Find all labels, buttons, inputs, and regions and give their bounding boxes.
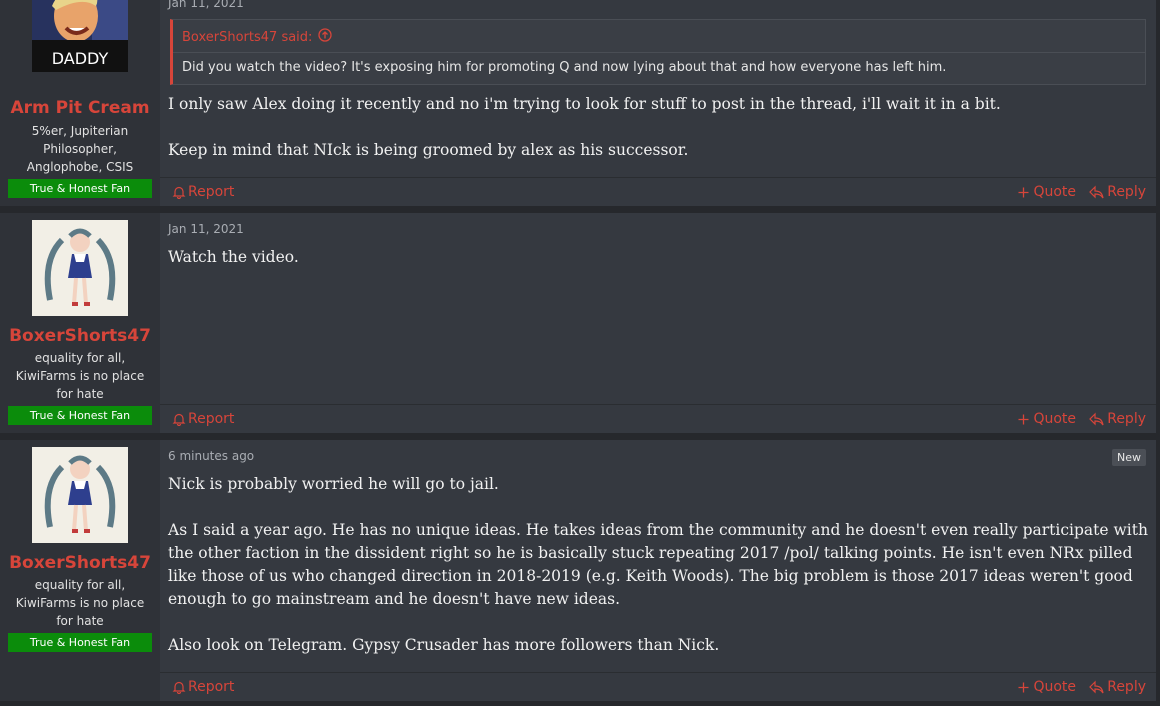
post-paragraph: As I said a year ago. He has no unique i… xyxy=(168,521,1148,608)
user-sidebar: DADDY Arm Pit Cream 5%er, Jupiterian Phi… xyxy=(0,0,160,206)
post: BoxerShorts47 equality for all, KiwiFarm… xyxy=(0,213,1156,433)
post: BoxerShorts47 equality for all, KiwiFarm… xyxy=(0,440,1156,701)
reply-label: Reply xyxy=(1107,411,1146,427)
user-title-line: Philosopher, xyxy=(43,142,117,156)
post-actions: Report Quote Reply xyxy=(160,404,1156,433)
report-label: Report xyxy=(188,679,235,695)
reply-icon xyxy=(1089,680,1104,694)
reply-label: Reply xyxy=(1107,184,1146,200)
user-banner: True & Honest Fan xyxy=(8,406,152,425)
arrow-up-circle-icon[interactable] xyxy=(318,28,333,46)
report-button[interactable]: Report xyxy=(172,184,234,200)
user-title-line: KiwiFarms is no place xyxy=(15,596,145,610)
post-content: Jan 11, 2021 Watch the video. Report Quo… xyxy=(160,213,1156,433)
quote-block: BoxerShorts47 said: Did you watch the vi… xyxy=(170,19,1146,85)
plus-icon xyxy=(1018,682,1029,693)
quote-text: Did you watch the video? It's exposing h… xyxy=(182,60,947,75)
post-date[interactable]: Jan 11, 2021 xyxy=(168,0,244,10)
reply-icon xyxy=(1089,412,1104,426)
post-body: I only saw Alex doing it recently and no… xyxy=(168,93,1148,162)
reply-button[interactable]: Reply xyxy=(1089,411,1146,427)
reply-button[interactable]: Reply xyxy=(1089,184,1146,200)
bell-icon xyxy=(172,412,186,426)
user-title-line: KiwiFarms is no place xyxy=(15,369,145,383)
avatar[interactable] xyxy=(32,447,128,543)
user-banner: True & Honest Fan xyxy=(8,633,152,652)
avatar-caption: DADDY xyxy=(52,49,109,68)
quote-label: Quote xyxy=(1033,184,1076,200)
bell-icon xyxy=(172,185,186,199)
post-paragraph: Also look on Telegram. Gypsy Crusader ha… xyxy=(168,636,720,654)
user-sidebar: BoxerShorts47 equality for all, KiwiFarm… xyxy=(0,440,160,701)
user-title: 5%er, Jupiterian Philosopher, Anglophobe… xyxy=(4,122,156,176)
username[interactable]: Arm Pit Cream xyxy=(0,98,160,118)
quote-button[interactable]: Quote xyxy=(1018,679,1076,695)
user-title-line: for hate xyxy=(56,614,104,628)
post-content: Jan 11, 2021 BoxerShorts47 said: Did you… xyxy=(160,0,1156,206)
plus-icon xyxy=(1018,187,1029,198)
bell-icon xyxy=(172,680,186,694)
user-title-line: for hate xyxy=(56,387,104,401)
quote-button[interactable]: Quote xyxy=(1018,184,1076,200)
quote-attribution[interactable]: BoxerShorts47 said: xyxy=(182,28,333,46)
reply-icon xyxy=(1089,185,1104,199)
report-label: Report xyxy=(188,411,235,427)
report-button[interactable]: Report xyxy=(172,679,234,695)
report-button[interactable]: Report xyxy=(172,411,234,427)
post-date[interactable]: Jan 11, 2021 xyxy=(168,222,244,236)
report-label: Report xyxy=(188,184,235,200)
user-title: equality for all, KiwiFarms is no place … xyxy=(4,349,156,403)
post-paragraph: I only saw Alex doing it recently and no… xyxy=(168,95,1001,113)
reply-button[interactable]: Reply xyxy=(1089,679,1146,695)
user-title-line: equality for all, xyxy=(34,578,126,592)
user-title-line: 5%er, Jupiterian xyxy=(31,124,129,138)
user-banner: True & Honest Fan xyxy=(8,179,152,198)
user-title-line: equality for all, xyxy=(34,351,126,365)
avatar[interactable]: DADDY xyxy=(32,0,128,72)
post-actions: Report Quote Reply xyxy=(160,177,1156,206)
quote-author: BoxerShorts47 said: xyxy=(182,29,313,45)
post: DADDY Arm Pit Cream 5%er, Jupiterian Phi… xyxy=(0,0,1156,206)
post-date[interactable]: 6 minutes ago xyxy=(168,449,254,463)
quote-label: Quote xyxy=(1033,411,1076,427)
post-paragraph: Keep in mind that NIck is being groomed … xyxy=(168,141,689,159)
post-body: Watch the video. xyxy=(168,246,1148,269)
username[interactable]: BoxerShorts47 xyxy=(0,553,160,573)
user-title: equality for all, KiwiFarms is no place … xyxy=(4,576,156,630)
quote-label: Quote xyxy=(1033,679,1076,695)
avatar[interactable] xyxy=(32,220,128,316)
post-content: 6 minutes ago New Nick is probably worri… xyxy=(160,440,1156,701)
post-paragraph: Nick is probably worried he will go to j… xyxy=(168,475,499,493)
username[interactable]: BoxerShorts47 xyxy=(0,326,160,346)
user-sidebar: BoxerShorts47 equality for all, KiwiFarm… xyxy=(0,213,160,433)
post-body: Nick is probably worried he will go to j… xyxy=(168,473,1148,657)
user-title-line: Anglophobe, CSIS xyxy=(26,160,134,174)
new-badge: New xyxy=(1112,449,1146,466)
reply-label: Reply xyxy=(1107,679,1146,695)
quote-button[interactable]: Quote xyxy=(1018,411,1076,427)
post-paragraph: Watch the video. xyxy=(168,248,299,266)
plus-icon xyxy=(1018,414,1029,425)
post-actions: Report Quote Reply xyxy=(160,672,1156,701)
quote-divider xyxy=(173,52,1145,53)
